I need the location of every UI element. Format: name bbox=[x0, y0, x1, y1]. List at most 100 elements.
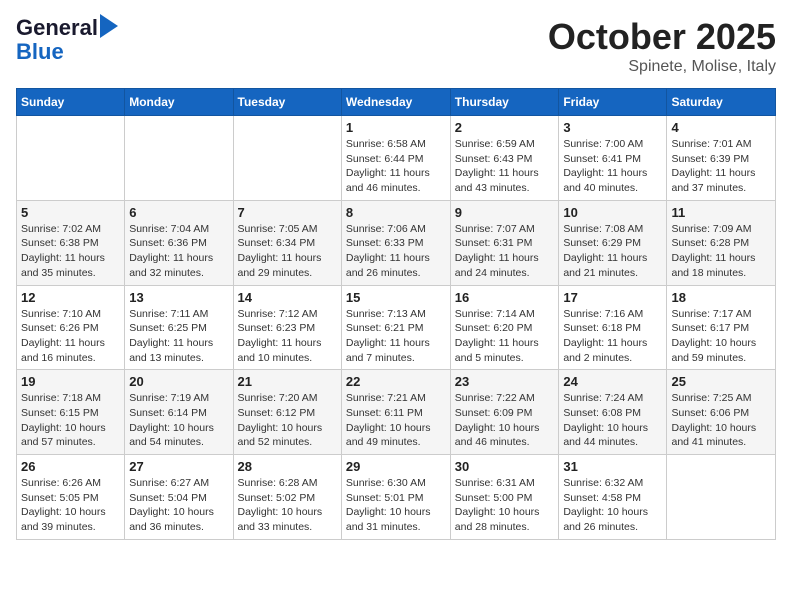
day-number: 18 bbox=[671, 290, 771, 305]
logo-text-general: General bbox=[16, 16, 98, 40]
day-info: Sunrise: 7:07 AM Sunset: 6:31 PM Dayligh… bbox=[455, 223, 539, 279]
day-info: Sunrise: 6:31 AM Sunset: 5:00 PM Dayligh… bbox=[455, 477, 540, 533]
day-number: 27 bbox=[129, 459, 228, 474]
header-wednesday: Wednesday bbox=[341, 89, 450, 116]
calendar-week-row: 5 Sunrise: 7:02 AM Sunset: 6:38 PM Daylig… bbox=[17, 200, 776, 285]
day-info: Sunrise: 7:05 AM Sunset: 6:34 PM Dayligh… bbox=[238, 223, 322, 279]
day-number: 10 bbox=[563, 205, 662, 220]
calendar-cell: 2 Sunrise: 6:59 AM Sunset: 6:43 PM Daylig… bbox=[450, 116, 559, 201]
calendar-cell: 12Sunrise: 7:10 AM Sunset: 6:26 PM Dayli… bbox=[17, 285, 125, 370]
day-info: Sunrise: 7:02 AM Sunset: 6:38 PM Dayligh… bbox=[21, 223, 105, 279]
day-number: 25 bbox=[671, 374, 771, 389]
calendar-cell: 19 Sunrise: 7:18 AM Sunset: 6:15 PM Dayli… bbox=[17, 370, 125, 455]
day-number: 21 bbox=[238, 374, 337, 389]
calendar-location: Spinete, Molise, Italy bbox=[548, 58, 776, 76]
header-monday: Monday bbox=[125, 89, 233, 116]
day-number: 23 bbox=[455, 374, 555, 389]
day-info: Sunrise: 6:58 AM Sunset: 6:44 PM Dayligh… bbox=[346, 138, 430, 194]
day-info: Sunrise: 6:28 AM Sunset: 5:02 PM Dayligh… bbox=[238, 477, 323, 533]
calendar-month-year: October 2025 bbox=[548, 16, 776, 58]
calendar-cell: 30 Sunrise: 6:31 AM Sunset: 5:00 PM Dayli… bbox=[450, 455, 559, 540]
day-number: 26 bbox=[21, 459, 120, 474]
day-number: 17 bbox=[563, 290, 662, 305]
day-number: 3 bbox=[563, 120, 662, 135]
day-info: Sunrise: 7:08 AM Sunset: 6:29 PM Dayligh… bbox=[563, 223, 647, 279]
day-info: Sunrise: 7:06 AM Sunset: 6:33 PM Dayligh… bbox=[346, 223, 430, 279]
day-number: 29 bbox=[346, 459, 446, 474]
day-info: Sunrise: 7:19 AM Sunset: 6:14 PM Dayligh… bbox=[129, 392, 214, 448]
day-info: Sunrise: 7:14 AM Sunset: 6:20 PM Dayligh… bbox=[455, 308, 539, 364]
day-info: Sunrise: 7:25 AM Sunset: 6:06 PM Dayligh… bbox=[671, 392, 756, 448]
calendar-cell: 17 Sunrise: 7:16 AM Sunset: 6:18 PM Dayli… bbox=[559, 285, 667, 370]
day-info: Sunrise: 7:09 AM Sunset: 6:28 PM Dayligh… bbox=[671, 223, 755, 279]
calendar-cell: 31Sunrise: 6:32 AM Sunset: 4:58 PM Dayli… bbox=[559, 455, 667, 540]
calendar-week-row: 12Sunrise: 7:10 AM Sunset: 6:26 PM Dayli… bbox=[17, 285, 776, 370]
day-number: 24 bbox=[563, 374, 662, 389]
header-thursday: Thursday bbox=[450, 89, 559, 116]
day-info: Sunrise: 7:11 AM Sunset: 6:25 PM Dayligh… bbox=[129, 308, 213, 364]
day-number: 7 bbox=[238, 205, 337, 220]
day-number: 20 bbox=[129, 374, 228, 389]
calendar-cell: 28 Sunrise: 6:28 AM Sunset: 5:02 PM Dayli… bbox=[233, 455, 341, 540]
calendar-cell: 20 Sunrise: 7:19 AM Sunset: 6:14 PM Dayli… bbox=[125, 370, 233, 455]
day-info: Sunrise: 7:24 AM Sunset: 6:08 PM Dayligh… bbox=[563, 392, 648, 448]
calendar-table: SundayMondayTuesdayWednesdayThursdayFrid… bbox=[16, 88, 776, 540]
day-info: Sunrise: 6:59 AM Sunset: 6:43 PM Dayligh… bbox=[455, 138, 539, 194]
calendar-cell: 23 Sunrise: 7:22 AM Sunset: 6:09 PM Dayli… bbox=[450, 370, 559, 455]
calendar-cell: 14Sunrise: 7:12 AM Sunset: 6:23 PM Dayli… bbox=[233, 285, 341, 370]
page-header: General Blue October 2025 Spinete, Molis… bbox=[16, 16, 776, 76]
calendar-cell: 10 Sunrise: 7:08 AM Sunset: 6:29 PM Dayli… bbox=[559, 200, 667, 285]
header-tuesday: Tuesday bbox=[233, 89, 341, 116]
day-info: Sunrise: 6:27 AM Sunset: 5:04 PM Dayligh… bbox=[129, 477, 214, 533]
day-info: Sunrise: 7:13 AM Sunset: 6:21 PM Dayligh… bbox=[346, 308, 430, 364]
calendar-cell: 24 Sunrise: 7:24 AM Sunset: 6:08 PM Dayli… bbox=[559, 370, 667, 455]
day-number: 4 bbox=[671, 120, 771, 135]
day-number: 13 bbox=[129, 290, 228, 305]
day-info: Sunrise: 7:16 AM Sunset: 6:18 PM Dayligh… bbox=[563, 308, 647, 364]
day-number: 12 bbox=[21, 290, 120, 305]
calendar-cell: 18 Sunrise: 7:17 AM Sunset: 6:17 PM Dayli… bbox=[667, 285, 776, 370]
logo-arrow-icon bbox=[100, 14, 118, 38]
calendar-cell: 5 Sunrise: 7:02 AM Sunset: 6:38 PM Daylig… bbox=[17, 200, 125, 285]
calendar-week-row: 1Sunrise: 6:58 AM Sunset: 6:44 PM Daylig… bbox=[17, 116, 776, 201]
day-info: Sunrise: 7:20 AM Sunset: 6:12 PM Dayligh… bbox=[238, 392, 323, 448]
logo-text-blue: Blue bbox=[16, 40, 64, 64]
calendar-cell: 8 Sunrise: 7:06 AM Sunset: 6:33 PM Daylig… bbox=[341, 200, 450, 285]
calendar-title-block: October 2025 Spinete, Molise, Italy bbox=[548, 16, 776, 76]
day-number: 14 bbox=[238, 290, 337, 305]
calendar-cell: 21 Sunrise: 7:20 AM Sunset: 6:12 PM Dayli… bbox=[233, 370, 341, 455]
day-number: 8 bbox=[346, 205, 446, 220]
day-number: 19 bbox=[21, 374, 120, 389]
day-info: Sunrise: 7:04 AM Sunset: 6:36 PM Dayligh… bbox=[129, 223, 213, 279]
calendar-cell bbox=[667, 455, 776, 540]
calendar-cell bbox=[17, 116, 125, 201]
calendar-cell: 9Sunrise: 7:07 AM Sunset: 6:31 PM Daylig… bbox=[450, 200, 559, 285]
header-saturday: Saturday bbox=[667, 89, 776, 116]
day-number: 6 bbox=[129, 205, 228, 220]
calendar-cell: 13 Sunrise: 7:11 AM Sunset: 6:25 PM Dayli… bbox=[125, 285, 233, 370]
day-info: Sunrise: 7:17 AM Sunset: 6:17 PM Dayligh… bbox=[671, 308, 756, 364]
day-number: 16 bbox=[455, 290, 555, 305]
calendar-cell: 4 Sunrise: 7:01 AM Sunset: 6:39 PM Daylig… bbox=[667, 116, 776, 201]
day-number: 2 bbox=[455, 120, 555, 135]
day-info: Sunrise: 6:26 AM Sunset: 5:05 PM Dayligh… bbox=[21, 477, 106, 533]
header-sunday: Sunday bbox=[17, 89, 125, 116]
day-number: 28 bbox=[238, 459, 337, 474]
calendar-cell: 22Sunrise: 7:21 AM Sunset: 6:11 PM Dayli… bbox=[341, 370, 450, 455]
calendar-cell: 26 Sunrise: 6:26 AM Sunset: 5:05 PM Dayli… bbox=[17, 455, 125, 540]
day-info: Sunrise: 6:32 AM Sunset: 4:58 PM Dayligh… bbox=[563, 477, 648, 533]
day-number: 11 bbox=[671, 205, 771, 220]
day-info: Sunrise: 7:22 AM Sunset: 6:09 PM Dayligh… bbox=[455, 392, 540, 448]
calendar-cell: 6 Sunrise: 7:04 AM Sunset: 6:36 PM Daylig… bbox=[125, 200, 233, 285]
day-number: 30 bbox=[455, 459, 555, 474]
calendar-cell: 16 Sunrise: 7:14 AM Sunset: 6:20 PM Dayli… bbox=[450, 285, 559, 370]
day-info: Sunrise: 7:21 AM Sunset: 6:11 PM Dayligh… bbox=[346, 392, 431, 448]
calendar-cell: 27 Sunrise: 6:27 AM Sunset: 5:04 PM Dayli… bbox=[125, 455, 233, 540]
calendar-week-row: 19 Sunrise: 7:18 AM Sunset: 6:15 PM Dayli… bbox=[17, 370, 776, 455]
day-info: Sunrise: 7:01 AM Sunset: 6:39 PM Dayligh… bbox=[671, 138, 755, 194]
day-info: Sunrise: 7:00 AM Sunset: 6:41 PM Dayligh… bbox=[563, 138, 647, 194]
logo: General Blue bbox=[16, 16, 118, 64]
day-info: Sunrise: 7:18 AM Sunset: 6:15 PM Dayligh… bbox=[21, 392, 106, 448]
day-number: 5 bbox=[21, 205, 120, 220]
day-number: 15 bbox=[346, 290, 446, 305]
